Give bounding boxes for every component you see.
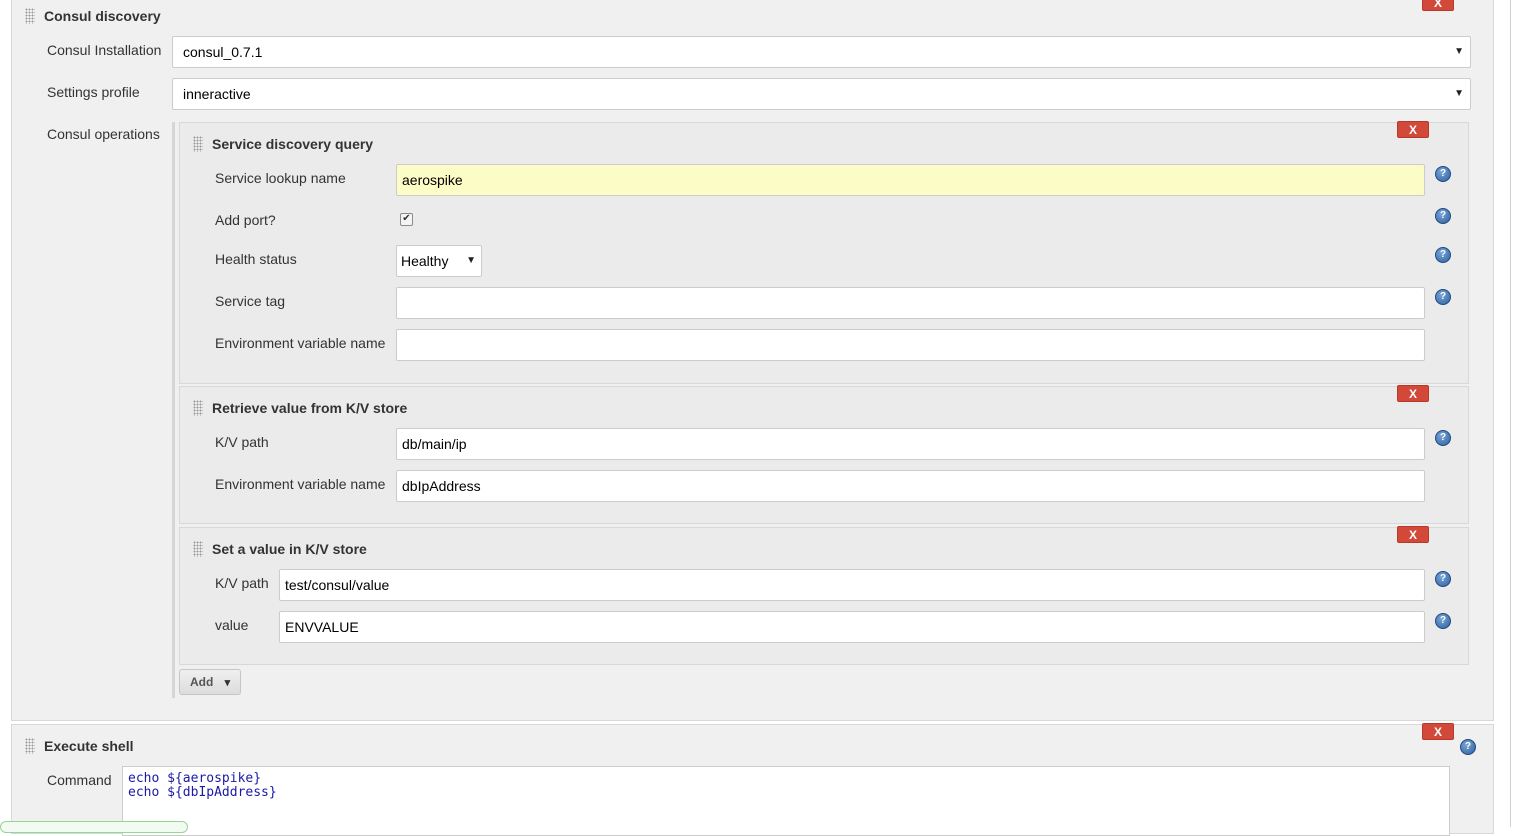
chevron-down-icon: ▼ [466, 255, 476, 266]
kv-path-label: K/V path [215, 434, 269, 450]
kv-path-input[interactable]: test/consul/value [279, 569, 1425, 601]
service-tag-input[interactable] [396, 287, 1425, 319]
kv-retrieve-title: Retrieve value from K/V store [212, 400, 408, 416]
service-lookup-name-label: Service lookup name [215, 170, 346, 186]
bottom-notification-edge [0, 821, 188, 833]
drag-handle-icon[interactable] [193, 541, 203, 557]
help-icon[interactable]: ? [1435, 166, 1451, 182]
kv-path-label: K/V path [215, 575, 269, 591]
settings-profile-select[interactable]: inneractive ▼ [172, 78, 1471, 110]
drag-handle-icon[interactable] [25, 738, 35, 754]
kv-set-title: Set a value in K/V store [212, 541, 367, 557]
command-textarea[interactable]: echo ${aerospike} echo ${dbIpAddress} [122, 766, 1450, 836]
env-variable-name-input[interactable]: dbIpAddress [396, 470, 1425, 502]
help-icon[interactable]: ? [1435, 613, 1451, 629]
env-variable-name-input[interactable] [396, 329, 1425, 361]
service-discovery-query-title: Service discovery query [212, 136, 374, 152]
consul-installation-select[interactable]: consul_0.7.1 ▼ [172, 36, 1471, 68]
help-icon[interactable]: ? [1435, 208, 1451, 224]
delete-consul-discovery-button[interactable]: X [1422, 0, 1454, 11]
execute-shell-title: Execute shell [44, 738, 134, 754]
drag-handle-icon[interactable] [25, 8, 35, 24]
help-icon[interactable]: ? [1435, 289, 1451, 305]
value-label: value [215, 617, 249, 633]
page-right-border [1510, 0, 1511, 827]
command-label: Command [47, 772, 112, 788]
consul-operations-label: Consul operations [47, 126, 160, 142]
env-variable-name-label: Environment variable name [215, 476, 386, 492]
service-lookup-name-input[interactable]: aerospike [396, 164, 1425, 196]
service-tag-label: Service tag [215, 293, 286, 309]
delete-service-query-button[interactable]: X [1397, 121, 1429, 138]
drag-handle-icon[interactable] [193, 400, 203, 416]
settings-profile-label: Settings profile [47, 84, 140, 100]
kv-path-input[interactable]: db/main/ip [396, 428, 1425, 460]
add-port-checkbox[interactable]: ✔ [400, 213, 413, 226]
delete-execute-shell-button[interactable]: X [1422, 723, 1454, 740]
chevron-down-icon: ▼ [1454, 88, 1464, 99]
add-port-label: Add port? [215, 212, 276, 228]
delete-kv-set-button[interactable]: X [1397, 526, 1429, 543]
consul-installation-label: Consul Installation [47, 42, 162, 58]
help-icon[interactable]: ? [1435, 571, 1451, 587]
health-status-select[interactable]: Healthy ▼ [396, 245, 482, 277]
drag-handle-icon[interactable] [193, 136, 203, 152]
help-icon[interactable]: ? [1460, 739, 1476, 755]
consul-discovery-title: Consul discovery [44, 8, 161, 24]
delete-kv-retrieve-button[interactable]: X [1397, 385, 1429, 402]
operations-left-rule [172, 122, 175, 698]
help-icon[interactable]: ? [1435, 430, 1451, 446]
env-variable-name-label: Environment variable name [215, 335, 386, 351]
caret-down-icon: ▾ [224, 677, 231, 689]
help-icon[interactable]: ? [1435, 247, 1451, 263]
value-input[interactable]: ENVVALUE [279, 611, 1425, 643]
chevron-down-icon: ▼ [1454, 46, 1464, 57]
add-operation-button[interactable]: Add ▾ [179, 669, 242, 695]
health-status-label: Health status [215, 251, 297, 267]
